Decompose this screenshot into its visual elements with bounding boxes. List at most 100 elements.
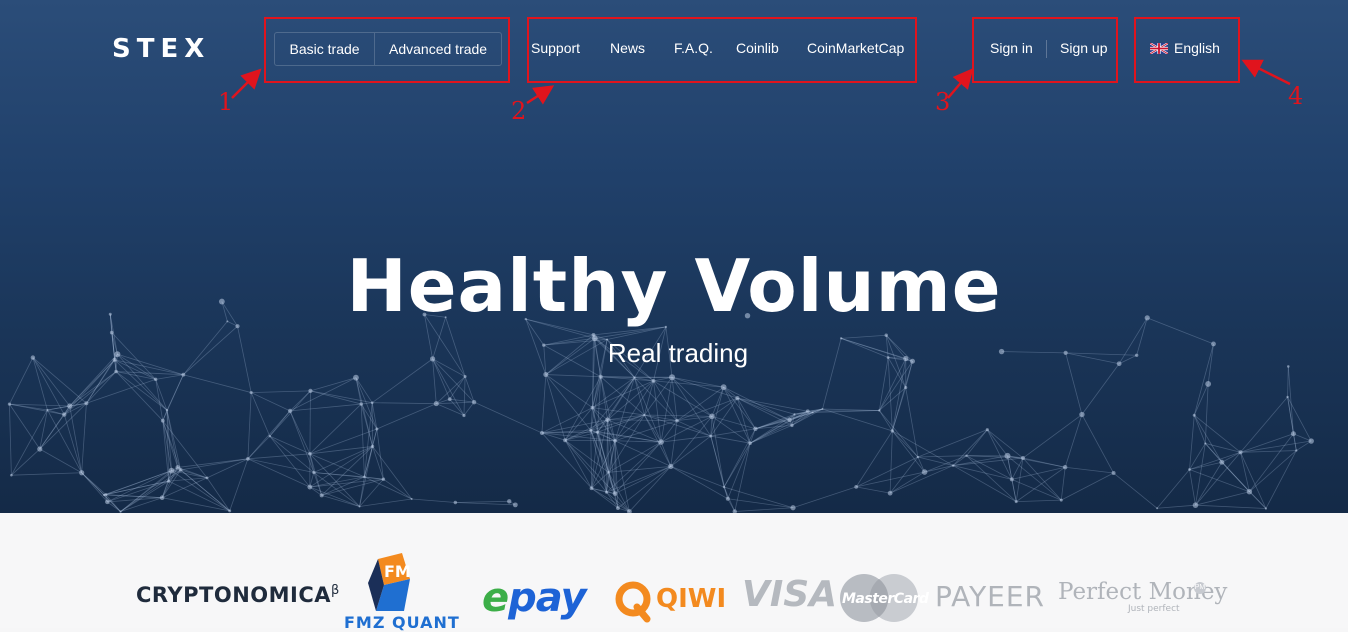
network-node — [8, 403, 11, 406]
network-node — [167, 480, 170, 483]
hero-subtitle: Real trading — [0, 338, 1348, 369]
network-link — [310, 391, 372, 403]
network-link — [248, 459, 314, 473]
network-node — [312, 471, 315, 474]
network-link — [372, 403, 436, 404]
network-link — [9, 404, 11, 475]
network-node — [434, 401, 439, 406]
epay-e: e — [482, 575, 508, 621]
network-link — [595, 327, 666, 338]
network-node — [464, 375, 467, 378]
network-node — [454, 501, 457, 504]
network-link — [86, 379, 155, 403]
epay-pay: pay — [508, 575, 585, 621]
network-node — [507, 499, 511, 503]
network-node — [1291, 431, 1296, 436]
network-node — [308, 389, 312, 393]
network-node — [922, 469, 928, 475]
network-node — [543, 372, 548, 377]
network-link — [1157, 470, 1189, 509]
network-link — [653, 381, 711, 416]
network-link — [823, 409, 893, 431]
network-link — [1061, 473, 1113, 500]
network-node — [1015, 500, 1018, 503]
cryptonomica-logo[interactable]: CRYPTONOMICAβ — [136, 583, 340, 607]
network-link — [724, 443, 750, 487]
network-link — [167, 375, 183, 411]
network-link — [270, 391, 311, 436]
network-link — [987, 430, 1007, 456]
network-node — [154, 378, 157, 381]
network-node — [1286, 396, 1288, 398]
network-link — [230, 459, 248, 511]
network-link — [11, 410, 47, 475]
network-link — [608, 381, 654, 420]
network-node — [1010, 477, 1014, 481]
network-node — [371, 445, 374, 448]
network-node — [748, 441, 752, 445]
network-link — [711, 429, 756, 436]
network-link — [635, 378, 645, 415]
network-link — [1007, 456, 1061, 500]
network-node — [965, 455, 967, 457]
mastercard-logo[interactable]: MasterCard — [842, 591, 928, 607]
network-node — [67, 403, 72, 408]
visa-logo[interactable]: VISA — [742, 574, 837, 615]
network-link — [592, 488, 630, 511]
network-node — [175, 465, 180, 470]
network-link — [310, 391, 361, 404]
epay-logo[interactable]: epay — [482, 575, 586, 621]
network-link — [644, 415, 670, 466]
network-link — [1293, 434, 1311, 441]
network-link — [724, 487, 793, 508]
network-node — [563, 438, 567, 442]
network-link — [116, 372, 183, 375]
svg-text:FM: FM — [384, 562, 411, 581]
annotation-number-2: 2 — [511, 97, 526, 125]
network-node — [709, 414, 715, 420]
network-node — [607, 471, 610, 474]
qiwi-logo[interactable]: QIWI — [656, 584, 726, 614]
network-node — [307, 485, 312, 490]
network-link — [1241, 441, 1312, 452]
network-node — [735, 396, 739, 400]
network-node — [643, 414, 645, 416]
network-node — [605, 417, 610, 422]
payeer-logo[interactable]: PAYEER — [935, 580, 1045, 613]
network-node — [382, 477, 385, 480]
network-link — [608, 420, 677, 421]
fmz-quant-logo-icon[interactable]: FM — [344, 553, 436, 613]
network-link — [1266, 451, 1296, 509]
network-node — [513, 502, 518, 507]
network-link — [1023, 415, 1082, 459]
network-node — [411, 498, 413, 500]
network-link — [918, 456, 967, 457]
network-link — [890, 472, 924, 493]
network-node — [917, 456, 919, 458]
network-node — [723, 486, 725, 488]
network-link — [565, 420, 607, 440]
cryptonomica-beta: β — [331, 583, 340, 598]
network-link — [364, 477, 411, 499]
network-link — [251, 393, 270, 437]
network-node — [250, 391, 253, 394]
network-node — [10, 474, 13, 477]
network-link — [592, 472, 609, 488]
network-node — [84, 401, 88, 405]
network-link — [373, 429, 377, 446]
network-node — [161, 419, 165, 423]
network-link — [464, 402, 474, 415]
network-link — [455, 501, 509, 502]
network-link — [1241, 452, 1250, 491]
network-link — [918, 457, 953, 466]
annotation-number-1: 1 — [218, 88, 233, 116]
network-node — [62, 412, 66, 416]
network-link — [178, 459, 248, 468]
network-link — [593, 327, 665, 335]
network-link — [1157, 505, 1195, 508]
network-link — [644, 415, 712, 416]
network-link — [360, 499, 412, 506]
network-link — [890, 466, 953, 494]
network-link — [82, 403, 87, 472]
annotation-arrows — [0, 0, 1348, 130]
